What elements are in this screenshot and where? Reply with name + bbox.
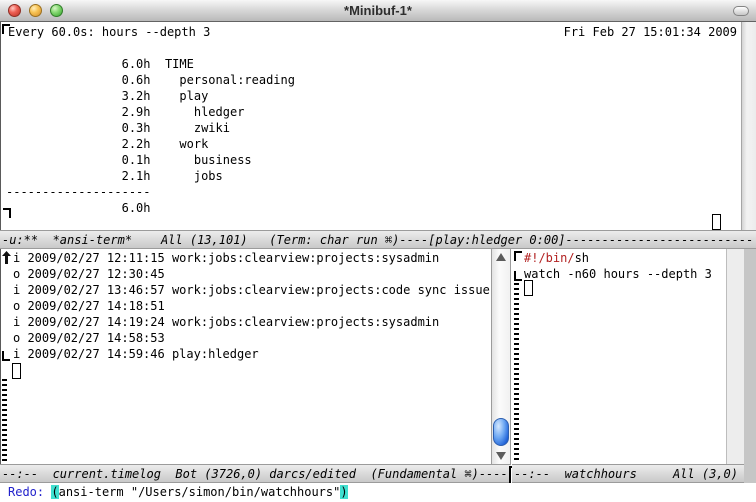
report-line: 2.1h jobs: [6, 168, 295, 184]
buffer-end-angle-icon: [514, 271, 522, 281]
report-line: 6.0h TIME: [6, 56, 295, 72]
scrollbar-up-arrow-icon[interactable]: [496, 253, 506, 261]
minibuffer-prompt: Redo:: [8, 485, 51, 499]
timelog-text: i 2009/02/27 12:11:15 work:jobs:clearvie…: [13, 250, 490, 362]
report-line: 3.2h play: [6, 88, 295, 104]
report-line: --------------------: [6, 184, 295, 200]
timelog-line: o 2009/02/27 14:18:51: [13, 298, 490, 314]
shebang-comment: #!/bin/: [524, 251, 575, 265]
paren-open: (: [51, 485, 58, 499]
hours-report: 6.0h TIME 0.6h personal:reading 3.2h pla…: [6, 56, 295, 216]
terminal-scrollbar[interactable]: [741, 22, 756, 230]
timelog-line: i 2009/02/27 12:11:15 work:jobs:clearvie…: [13, 250, 490, 266]
script-pane[interactable]: #!/bin/sh watch -n60 hours --depth 3: [512, 249, 726, 464]
modeline-ansi-term: -u:** *ansi-term* All (13,101) (Term: ch…: [0, 230, 756, 249]
script-command-line: watch -n60 hours --depth 3: [524, 266, 712, 282]
window-title: *Minibuf-1*: [0, 3, 756, 19]
timelog-scrollbar[interactable]: [491, 249, 511, 464]
titlebar[interactable]: *Minibuf-1*: [0, 0, 756, 22]
paren-close: ): [340, 485, 347, 499]
fringe-up-arrow-icon: [2, 251, 11, 268]
minibuffer[interactable]: Redo: (ansi-term "/Users/simon/bin/watch…: [0, 483, 756, 502]
script-text: #!/bin/sh watch -n60 hours --depth 3: [524, 250, 712, 282]
minibuffer-expression: ansi-term "/Users/simon/bin/watchhours": [59, 485, 341, 499]
report-line: 0.6h personal:reading: [6, 72, 295, 88]
report-line: 6.0h: [6, 200, 295, 216]
modeline-timelog: --:-- current.timelog Bot (3726,0) darcs…: [0, 464, 511, 483]
scrollbar-thumb[interactable]: [493, 418, 509, 446]
toolbar-toggle-button[interactable]: [733, 6, 749, 16]
timelog-line: o 2009/02/27 14:58:53: [13, 330, 490, 346]
buffer-end-angle-icon: [2, 351, 10, 361]
shebang-interpreter: sh: [575, 251, 589, 265]
timelog-line: i 2009/02/27 14:59:46 play:hledger: [13, 346, 490, 362]
watch-timestamp: Fri Feb 27 15:01:34 2009: [0, 24, 737, 40]
timelog-cursor: [12, 363, 21, 379]
terminal-pane[interactable]: Every 60.0s: hours --depth 3 Fri Feb 27 …: [0, 22, 741, 230]
timelog-pane[interactable]: i 2009/02/27 12:11:15 work:jobs:clearvie…: [0, 249, 491, 464]
report-line: 2.2h work: [6, 136, 295, 152]
window-edge-strip: [744, 249, 756, 483]
report-line: 0.3h zwiki: [6, 120, 295, 136]
emacs-window: *Minibuf-1* Every 60.0s: hours --depth 3…: [0, 0, 756, 502]
terminal-cursor: [712, 214, 721, 230]
script-scrollbar[interactable]: [726, 249, 744, 464]
timelog-line: i 2009/02/27 14:19:24 work:jobs:clearvie…: [13, 314, 490, 330]
script-shebang-line: #!/bin/sh: [524, 250, 712, 266]
empty-lines-stipple-icon: [2, 379, 7, 462]
timelog-line: o 2009/02/27 12:30:45: [13, 266, 490, 282]
empty-lines-stipple-icon: [514, 283, 519, 462]
scrollbar-down-arrow-icon[interactable]: [496, 452, 506, 460]
report-line: 2.9h hledger: [6, 104, 295, 120]
timelog-line: i 2009/02/27 13:46:57 work:jobs:clearvie…: [13, 282, 490, 298]
buffer-end-angle-icon: [3, 208, 11, 218]
report-line: 0.1h business: [6, 152, 295, 168]
script-cursor: [524, 280, 533, 296]
modeline-script: --:-- watchhours All (3,0): [512, 464, 744, 483]
buffer-top-angle-icon: [514, 251, 522, 261]
